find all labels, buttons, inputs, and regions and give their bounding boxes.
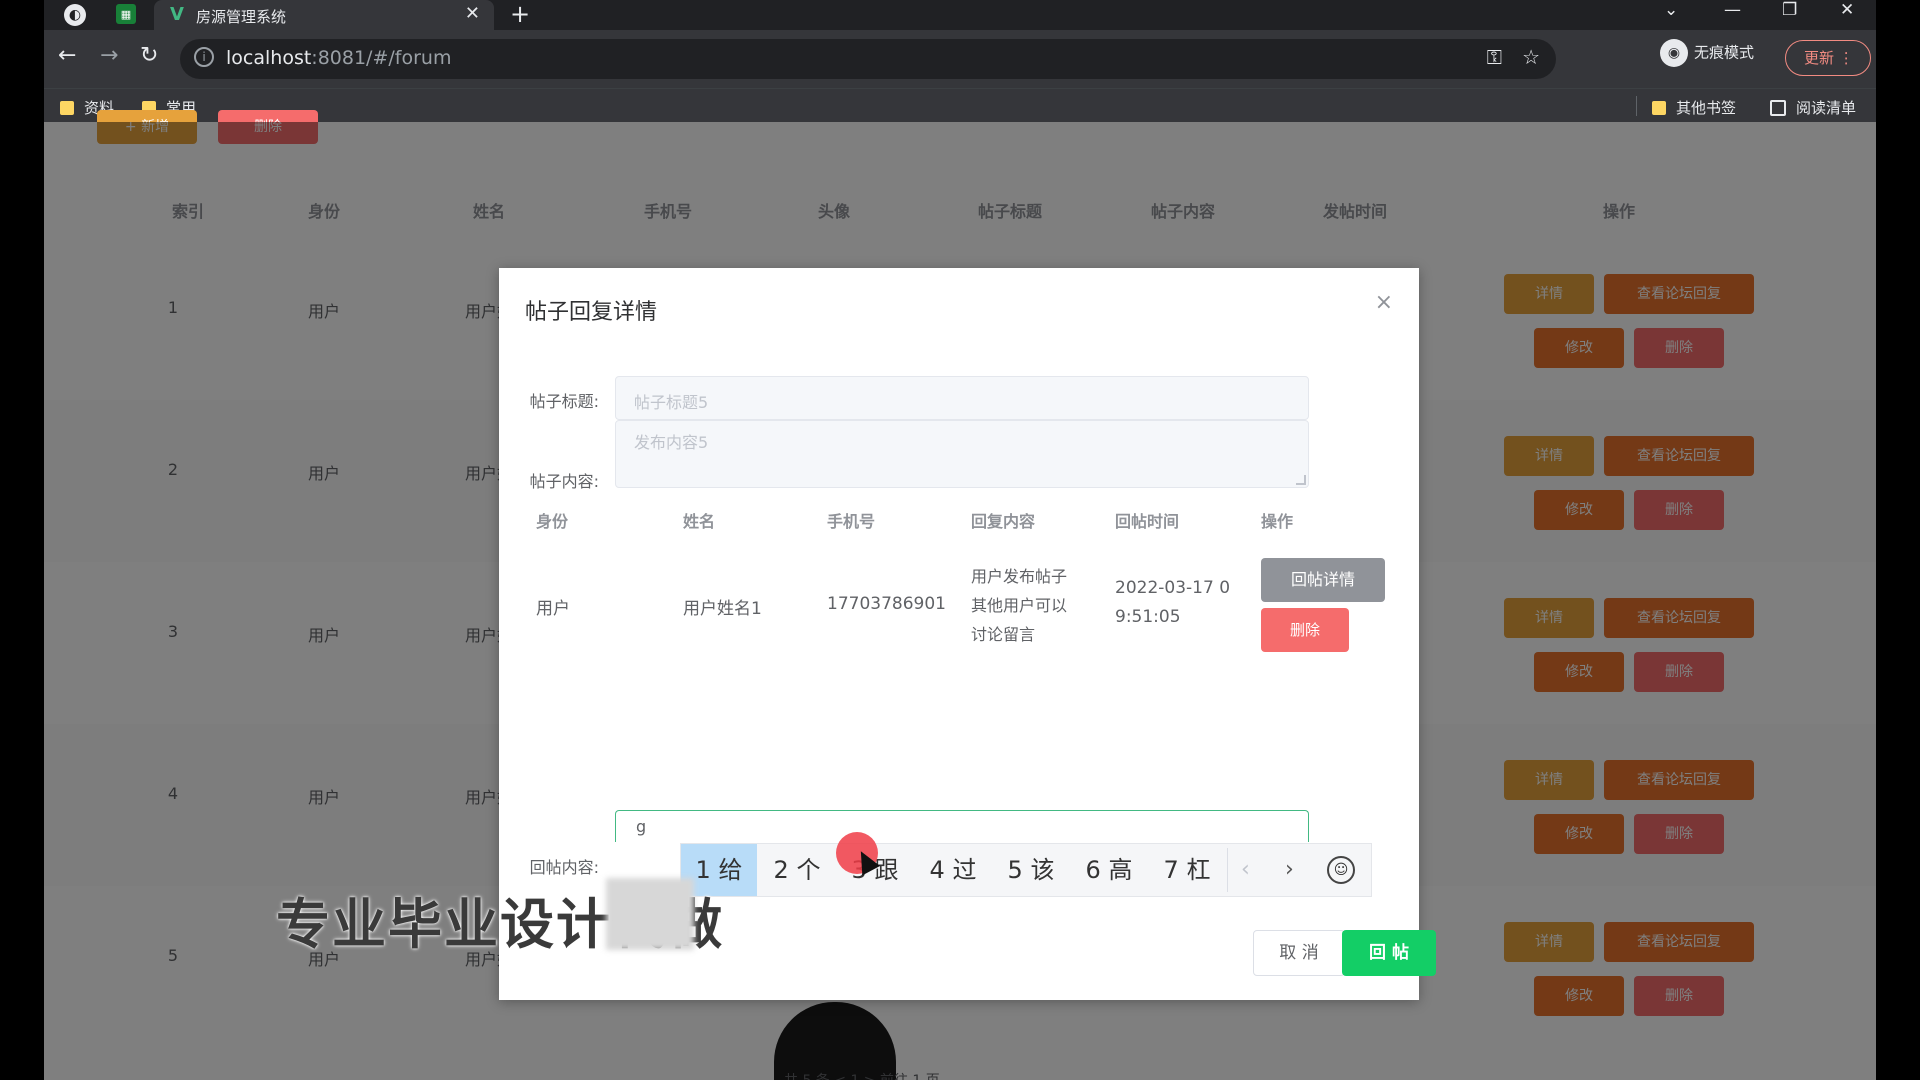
window-close-icon[interactable]: ✕ — [1840, 0, 1854, 20]
reply-content: 用户发布帖子 其他用户可以 讨论留言 — [971, 567, 1068, 644]
bookmark-star-icon[interactable]: ☆ — [1522, 45, 1540, 69]
reload-icon[interactable]: ↻ — [140, 43, 158, 68]
cancel-button[interactable]: 取 消 — [1253, 930, 1345, 976]
reply-time: 2022-03-17 0 9:51:05 — [1115, 578, 1231, 627]
reply-role: 用户 — [536, 599, 570, 619]
reply-col-time: 回帖时间 — [1115, 512, 1180, 531]
menu-dots-icon[interactable]: ⋮ — [1839, 49, 1854, 67]
post-title-label: 帖子标题: — [529, 392, 599, 411]
address-bar[interactable]: i localhost:8081/#/forum ⚿ ☆ — [180, 39, 1556, 79]
minimize-icon[interactable]: — — [1724, 0, 1741, 20]
dialog-title: 帖子回复详情 — [525, 300, 658, 325]
ime-candidate-bar: 1 给 2 个 3 跟 4 过 5 该 6 高 7 杠 ‹ › ☺ — [680, 843, 1372, 897]
reply-detail-button[interactable]: 回帖详情 — [1261, 558, 1385, 602]
blur-patch — [606, 878, 694, 950]
reading-list-icon — [1770, 100, 1786, 116]
tab-title: 房源管理系统 — [196, 8, 287, 26]
close-icon[interactable]: × — [1375, 290, 1393, 315]
reply-col-role: 身份 — [536, 512, 569, 531]
reply-delete-button[interactable]: 删除 — [1261, 608, 1349, 652]
screen-recording: ◐ ▦ V 房源管理系统 ✕ + ⌄ — ❐ ✕ ← → ↻ i localho… — [0, 0, 1920, 1080]
resize-handle-icon[interactable] — [1296, 475, 1306, 485]
vue-logo-icon: V — [170, 4, 184, 25]
reply-name: 用户姓名1 — [683, 599, 762, 619]
close-tab-icon[interactable]: ✕ — [465, 3, 480, 24]
bookmark-separator — [1636, 96, 1637, 116]
ime-candidate[interactable]: 6 高 — [1071, 844, 1147, 896]
ime-separator — [1227, 848, 1228, 892]
emoji-icon[interactable]: ☺ — [1327, 856, 1355, 884]
reply-content-label: 回帖内容: — [529, 858, 599, 877]
tab-strip: ◐ ▦ V 房源管理系统 ✕ + ⌄ — ❐ ✕ — [44, 0, 1876, 30]
ime-candidate[interactable]: 7 杠 — [1149, 844, 1225, 896]
ime-next-icon[interactable]: › — [1285, 844, 1294, 896]
post-title-input: 帖子标题5 — [615, 376, 1309, 420]
reading-list[interactable]: 阅读清单 — [1770, 97, 1856, 118]
site-info-icon[interactable]: i — [194, 47, 214, 67]
new-tab-icon[interactable]: + — [510, 0, 530, 28]
reply-col-phone: 手机号 — [827, 512, 876, 531]
password-key-icon[interactable]: ⚿ — [1487, 45, 1502, 69]
url-text: localhost:8081/#/forum — [226, 47, 452, 69]
reply-col-content: 回复内容 — [971, 512, 1036, 531]
reply-content-input[interactable]: g — [615, 810, 1309, 842]
sheets-tab-icon[interactable]: ▦ — [116, 4, 136, 24]
tab-search-icon[interactable]: ⌄ — [1664, 0, 1678, 20]
active-tab[interactable]: V 房源管理系统 ✕ — [154, 0, 494, 30]
submit-reply-button[interactable]: 回 帖 — [1342, 930, 1436, 976]
other-bookmarks[interactable]: 其他书签 — [1652, 97, 1736, 118]
back-icon[interactable]: ← — [58, 43, 76, 68]
folder-icon — [1652, 101, 1666, 115]
bookmarks-bar: 资料 常用 其他书签 阅读清单 — [44, 88, 1876, 122]
ime-candidate[interactable]: 2 个 — [759, 844, 835, 896]
reply-col-name: 姓名 — [683, 512, 716, 531]
incognito-icon: ◉ — [1660, 39, 1688, 67]
post-content-textarea: 发布内容5 — [615, 420, 1309, 488]
restore-icon[interactable]: ❐ — [1782, 0, 1797, 20]
update-button[interactable]: 更新 ⋮ — [1785, 40, 1871, 76]
browser-toolbar: ← → ↻ i localhost:8081/#/forum ⚿ ☆ ◉ 无痕模式… — [44, 30, 1876, 88]
forward-icon[interactable]: → — [100, 43, 118, 68]
incognito-indicator[interactable]: ◉ 无痕模式 — [1660, 39, 1754, 67]
post-content-label: 帖子内容: — [529, 472, 599, 491]
ime-candidate[interactable]: 5 该 — [993, 844, 1069, 896]
folder-icon — [60, 101, 74, 115]
ime-candidate[interactable]: 4 过 — [915, 844, 991, 896]
ime-prev-icon[interactable]: ‹ — [1241, 844, 1250, 896]
browser-window: ◐ ▦ V 房源管理系统 ✕ + ⌄ — ❐ ✕ ← → ↻ i localho… — [44, 0, 1876, 1080]
globe-icon[interactable]: ◐ — [64, 4, 86, 26]
reply-col-actions: 操作 — [1261, 512, 1294, 531]
reply-phone: 17703786901 — [827, 594, 946, 614]
